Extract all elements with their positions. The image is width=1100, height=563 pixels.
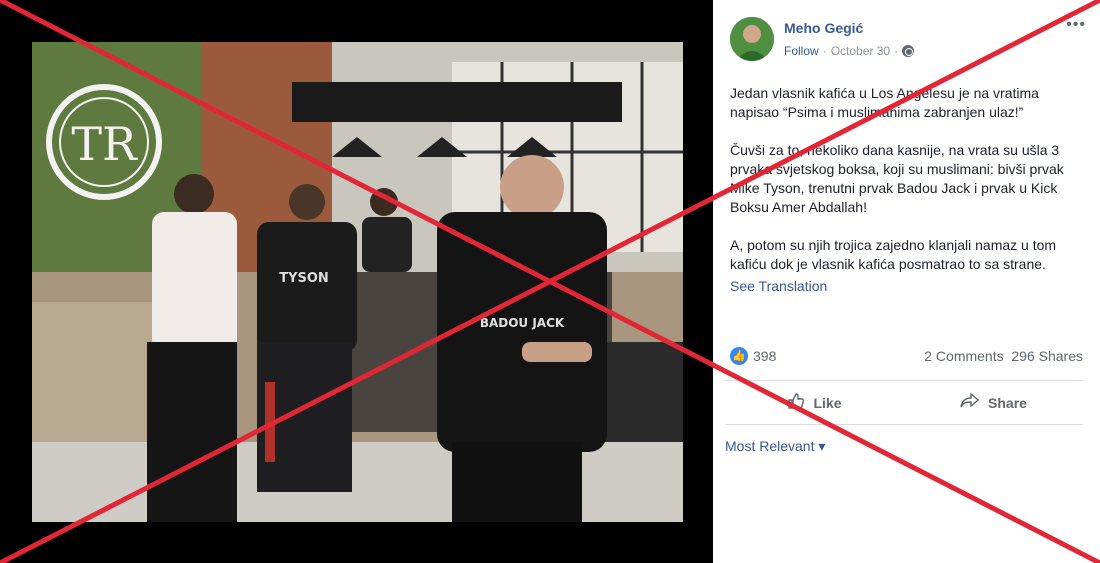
post-photo[interactable]: TR TYSON BADOU JACK (32, 42, 683, 522)
thumbs-up-icon (787, 392, 805, 415)
avatar[interactable] (730, 17, 774, 61)
divider (725, 424, 1083, 425)
comment-share-counts: 2 Comments 296 Shares (924, 348, 1083, 364)
meta-separator: · (822, 44, 827, 58)
comment-sort-dropdown[interactable]: Most Relevant ▾ (725, 438, 825, 455)
post-paragraph: A, potom su njih trojica zajedno klanjal… (730, 237, 1057, 272)
shirt-text-right: BADOU JACK (480, 316, 565, 330)
photo-scene: TR TYSON BADOU JACK (32, 42, 683, 522)
follow-link[interactable]: Follow (784, 44, 819, 58)
action-bar: Like Share (725, 382, 1083, 424)
shares-count[interactable]: 296 Shares (1011, 348, 1083, 364)
sign-text: TR (71, 117, 138, 171)
globe-icon (902, 45, 915, 57)
see-translation-link[interactable]: See Translation (730, 278, 827, 294)
divider (725, 380, 1083, 381)
comments-count[interactable]: 2 Comments (924, 348, 1003, 364)
like-button[interactable]: Like (725, 382, 904, 424)
post-paragraph: Jedan vlasnik kafića u Los Angelesu je n… (730, 85, 1039, 120)
post-text: Jedan vlasnik kafića u Los Angelesu je n… (730, 84, 1086, 293)
post-paragraph: Čuvši za to, nekoliko dana kasnije, na v… (730, 142, 1064, 215)
share-button[interactable]: Share (904, 382, 1083, 424)
reaction-count[interactable]: 398 (753, 348, 776, 364)
author-name[interactable]: Meho Gegić (784, 20, 863, 36)
more-dots-icon[interactable]: ••• (1066, 16, 1086, 34)
shirt-text-left: TYSON (279, 271, 329, 286)
reaction-bar: 👍 398 2 Comments 296 Shares (730, 347, 1083, 367)
like-label: Like (813, 395, 842, 411)
share-arrow-icon (960, 391, 980, 415)
post-meta: Follow · October 30 · (784, 44, 915, 58)
avatar-image (730, 17, 774, 61)
post-panel: Meho Gegić Follow · October 30 · ••• Jed… (713, 0, 1100, 563)
post-media[interactable]: TR TYSON BADOU JACK (0, 0, 713, 563)
meta-separator-2: · (894, 44, 899, 58)
share-label: Share (988, 395, 1027, 411)
post-date[interactable]: October 30 (831, 44, 890, 58)
thumbs-up-icon[interactable]: 👍 (730, 347, 748, 365)
